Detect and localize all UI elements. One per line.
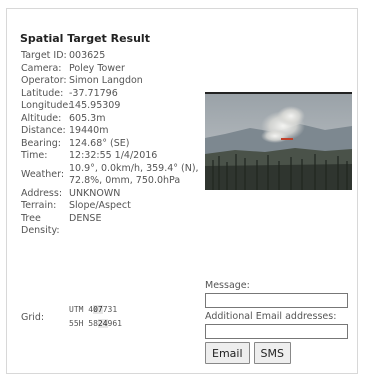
field-latitude: Latitude: -37.71796 <box>21 88 206 101</box>
email-button[interactable]: Email <box>205 342 250 364</box>
field-weather: Weather: 10.9°, 0.0km/h, 359.4° (N), 72.… <box>21 163 206 188</box>
field-label: Latitude: <box>21 87 64 99</box>
field-value: -37.71796 <box>69 87 118 99</box>
field-label: Weather: <box>21 168 65 180</box>
field-label: Altitude: <box>21 112 62 124</box>
additional-emails-input[interactable] <box>205 324 348 339</box>
grid-text: 961 <box>107 319 122 328</box>
grid-highlight: 07 <box>93 305 103 314</box>
message-input[interactable] <box>205 293 348 308</box>
landscape-smoke-picture <box>205 94 352 190</box>
field-value: Poley Tower <box>69 62 125 74</box>
grid-text: 731 <box>102 305 118 314</box>
field-value: UNKNOWN <box>69 187 121 199</box>
field-operator: Operator: Simon Langdon <box>21 75 206 88</box>
grid-text: UTM 4 <box>69 305 94 314</box>
field-camera: Camera: Poley Tower <box>21 63 206 76</box>
field-label: Operator: <box>21 75 67 86</box>
field-value: 12:32:55 1/4/2016 <box>69 150 158 161</box>
field-value: 145.95309 <box>69 100 121 111</box>
field-list: Target ID: 003625 Camera: Poley Tower Op… <box>21 50 206 238</box>
field-terrain: Terrain: Slope/Aspect <box>21 200 206 213</box>
sms-button[interactable]: SMS <box>253 342 291 364</box>
field-value: 605.3m <box>69 112 106 124</box>
message-label: Message: <box>205 280 250 291</box>
field-label: Target ID: <box>21 50 67 61</box>
field-label: Camera: <box>21 62 62 74</box>
field-value: 003625 <box>69 50 106 61</box>
notify-form: Message: Additional Email addresses: Ema… <box>205 280 351 364</box>
grid-text: 55H 58 <box>69 319 98 328</box>
camera-snapshot-image <box>205 92 352 190</box>
page-title: Spatial Target Result <box>20 32 150 45</box>
field-label: Distance: <box>21 125 66 136</box>
action-buttons: Email SMS <box>205 342 351 364</box>
field-value: 124.68° (SE) <box>69 137 130 149</box>
field-label: Address: <box>21 187 63 199</box>
field-value: Slope/Aspect <box>69 200 131 211</box>
field-label: Grid: <box>21 311 45 323</box>
field-address: Address: UNKNOWN <box>21 188 206 201</box>
field-value: 10.9°, 0.0km/h, 359.4° (N), 72.8%, 0mm, … <box>69 162 199 187</box>
field-value: 19440m <box>69 125 109 136</box>
grid-highlight: 24 <box>97 319 108 328</box>
field-distance: Distance: 19440m <box>21 125 206 138</box>
field-altitude: Altitude: 605.3m <box>21 113 206 126</box>
field-bearing: Bearing: 124.68° (SE) <box>21 138 206 151</box>
field-label: Time: <box>21 150 48 161</box>
field-label: Terrain: <box>21 200 57 211</box>
field-time: Time: 12:32:55 1/4/2016 <box>21 150 206 163</box>
field-tree-density: Tree Density: DENSE <box>21 213 206 238</box>
field-longitude: Longitude: 145.95309 <box>21 100 206 113</box>
field-grid: Grid: UTM 407731 55H 5824961 <box>21 303 122 331</box>
field-value: Simon Langdon <box>69 75 143 86</box>
field-label: Longitude: <box>21 100 72 111</box>
grid-line-utm: UTM 407731 <box>69 303 122 317</box>
field-label: Bearing: <box>21 137 61 149</box>
additional-emails-label: Additional Email addresses: <box>205 311 337 322</box>
grid-line-zone: 55H 5824961 <box>69 317 122 331</box>
grid-reference: UTM 407731 55H 5824961 <box>69 303 122 331</box>
field-value: DENSE <box>69 212 102 224</box>
field-target-id: Target ID: 003625 <box>21 50 206 63</box>
field-label: Tree Density: <box>21 212 60 237</box>
